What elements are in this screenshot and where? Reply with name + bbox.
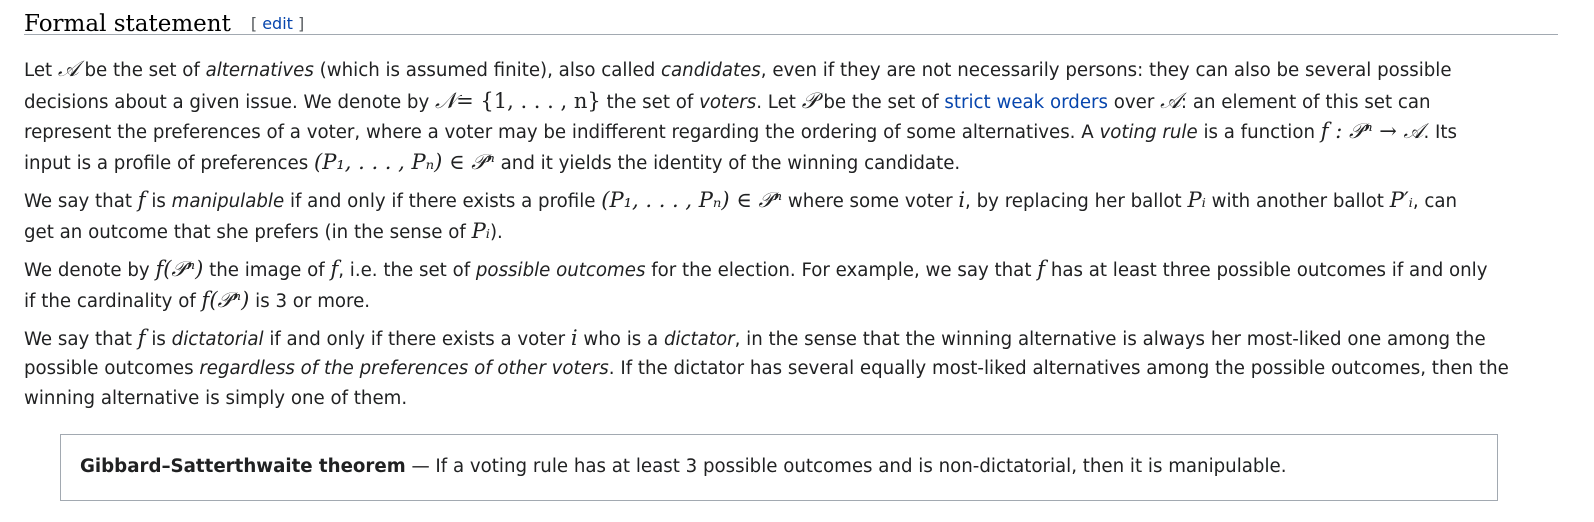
section-title: Formal statement (24, 11, 231, 37)
text: if the cardinality of (24, 290, 202, 312)
text: and it yields the identity of the winnin… (494, 152, 961, 174)
paragraph-dictatorial: We say that f is dictatorial if and only… (24, 323, 1564, 415)
term-dictatorial: dictatorial (171, 329, 264, 350)
text: We say that (24, 329, 138, 350)
math-f: f (1037, 257, 1046, 281)
text: ). (489, 221, 503, 243)
math-i: i (570, 326, 578, 350)
term-manipulable: manipulable (171, 191, 285, 212)
math-image: f(𝒫ⁿ) (201, 287, 250, 312)
math-Pi: Pᵢ (471, 218, 490, 243)
text: with another ballot (1205, 191, 1390, 212)
math-Pi: Pᵢ (1187, 188, 1206, 212)
math-profile: (P₁, . . . , Pₙ) ∈ 𝒫ⁿ (601, 188, 783, 212)
math-Pi-prime: P′ᵢ (1389, 188, 1413, 212)
theorem-name: Gibbard–Satterthwaite theorem (80, 456, 406, 477)
text: if and only if there exists a voter (263, 329, 571, 350)
math-A: 𝒜 (57, 57, 79, 82)
text: has at least three possible outcomes if … (1045, 260, 1488, 281)
text: over (1107, 91, 1161, 113)
math-f: f (137, 326, 146, 350)
text: . Let (756, 91, 802, 113)
text: get an outcome that she prefers (in the … (24, 221, 472, 243)
term-possible-outcomes: possible outcomes (475, 260, 646, 281)
text: represent the preferences of a voter, wh… (24, 122, 1100, 143)
text: possible outcomes (24, 357, 200, 379)
text: be the set of (78, 60, 206, 81)
text: : an element of this set can (1180, 91, 1431, 113)
text: be the set of (817, 91, 945, 113)
text: where some voter (782, 191, 959, 212)
text: is (145, 329, 172, 350)
math-profile: (P₁, . . . , Pₙ) ∈ 𝒫ⁿ (314, 149, 495, 174)
term-dictator: dictator (663, 329, 735, 350)
edit-bracket-open: [ (250, 14, 263, 33)
text: , even if they are not necessarily perso… (760, 60, 1452, 81)
text: , can (1412, 191, 1458, 212)
math-N-set: = {1, . . . , n} (456, 88, 601, 113)
term-alternatives: alternatives (205, 60, 314, 81)
text: is 3 or more. (249, 290, 371, 312)
text: . Its (1423, 122, 1457, 143)
term-candidates: candidates (661, 60, 761, 81)
text: input is a profile of preferences (24, 152, 314, 174)
section-content: Let 𝒜 be the set of alternatives (which … (24, 55, 1564, 423)
text: We denote by (24, 260, 156, 281)
theorem-text: — If a voting rule has at least 3 possib… (405, 456, 1287, 477)
theorem-box: Gibbard–Satterthwaite theorem — If a vot… (60, 434, 1498, 501)
section-heading: Formal statement [ edit ] (24, 0, 1558, 37)
text: winning alternative is simply one of the… (24, 388, 408, 409)
text: is (145, 191, 172, 212)
math-voting-rule-signature: f : 𝒫ⁿ → 𝒜 (1320, 119, 1424, 143)
text: the set of (600, 91, 700, 113)
term-voters: voters (699, 91, 757, 113)
math-A: 𝒜 (1160, 88, 1181, 114)
term-regardless: regardless of the preferences of other v… (199, 357, 609, 379)
math-P: 𝒫 (801, 88, 818, 114)
math-f: f (137, 188, 146, 212)
text: for the election. For example, we say th… (645, 260, 1038, 281)
edit-section: [ edit ] (251, 14, 304, 33)
paragraph-manipulable: We say that f is manipulable if and only… (24, 185, 1564, 246)
term-voting-rule: voting rule (1099, 122, 1198, 143)
text: is a function (1197, 122, 1321, 143)
text: (which is assumed finite), also called (313, 60, 662, 81)
edit-link[interactable]: edit (262, 14, 293, 33)
text: , in the sense that the winning alternat… (734, 329, 1486, 350)
text: Let (24, 60, 58, 81)
text: if and only if there exists a profile (284, 191, 602, 212)
link-strict-weak-orders[interactable]: strict weak orders (944, 92, 1108, 113)
text: decisions about a given issue. We denote… (24, 91, 436, 113)
text: We say that (24, 191, 138, 212)
text: who is a (577, 329, 664, 350)
text: the image of (203, 260, 331, 281)
math-image: f(𝒫ⁿ) (155, 257, 204, 281)
math-N: 𝒩 (435, 88, 457, 114)
paragraph-definitions: Let 𝒜 be the set of alternatives (which … (24, 55, 1564, 177)
text: , i.e. the set of (338, 260, 476, 281)
paragraph-outcomes: We denote by f(𝒫ⁿ) the image of f , i.e. … (24, 254, 1564, 315)
text: , by replacing her ballot (965, 191, 1188, 212)
text: . If the dictator has several equally mo… (608, 357, 1509, 379)
edit-bracket-close: ] (292, 14, 305, 33)
